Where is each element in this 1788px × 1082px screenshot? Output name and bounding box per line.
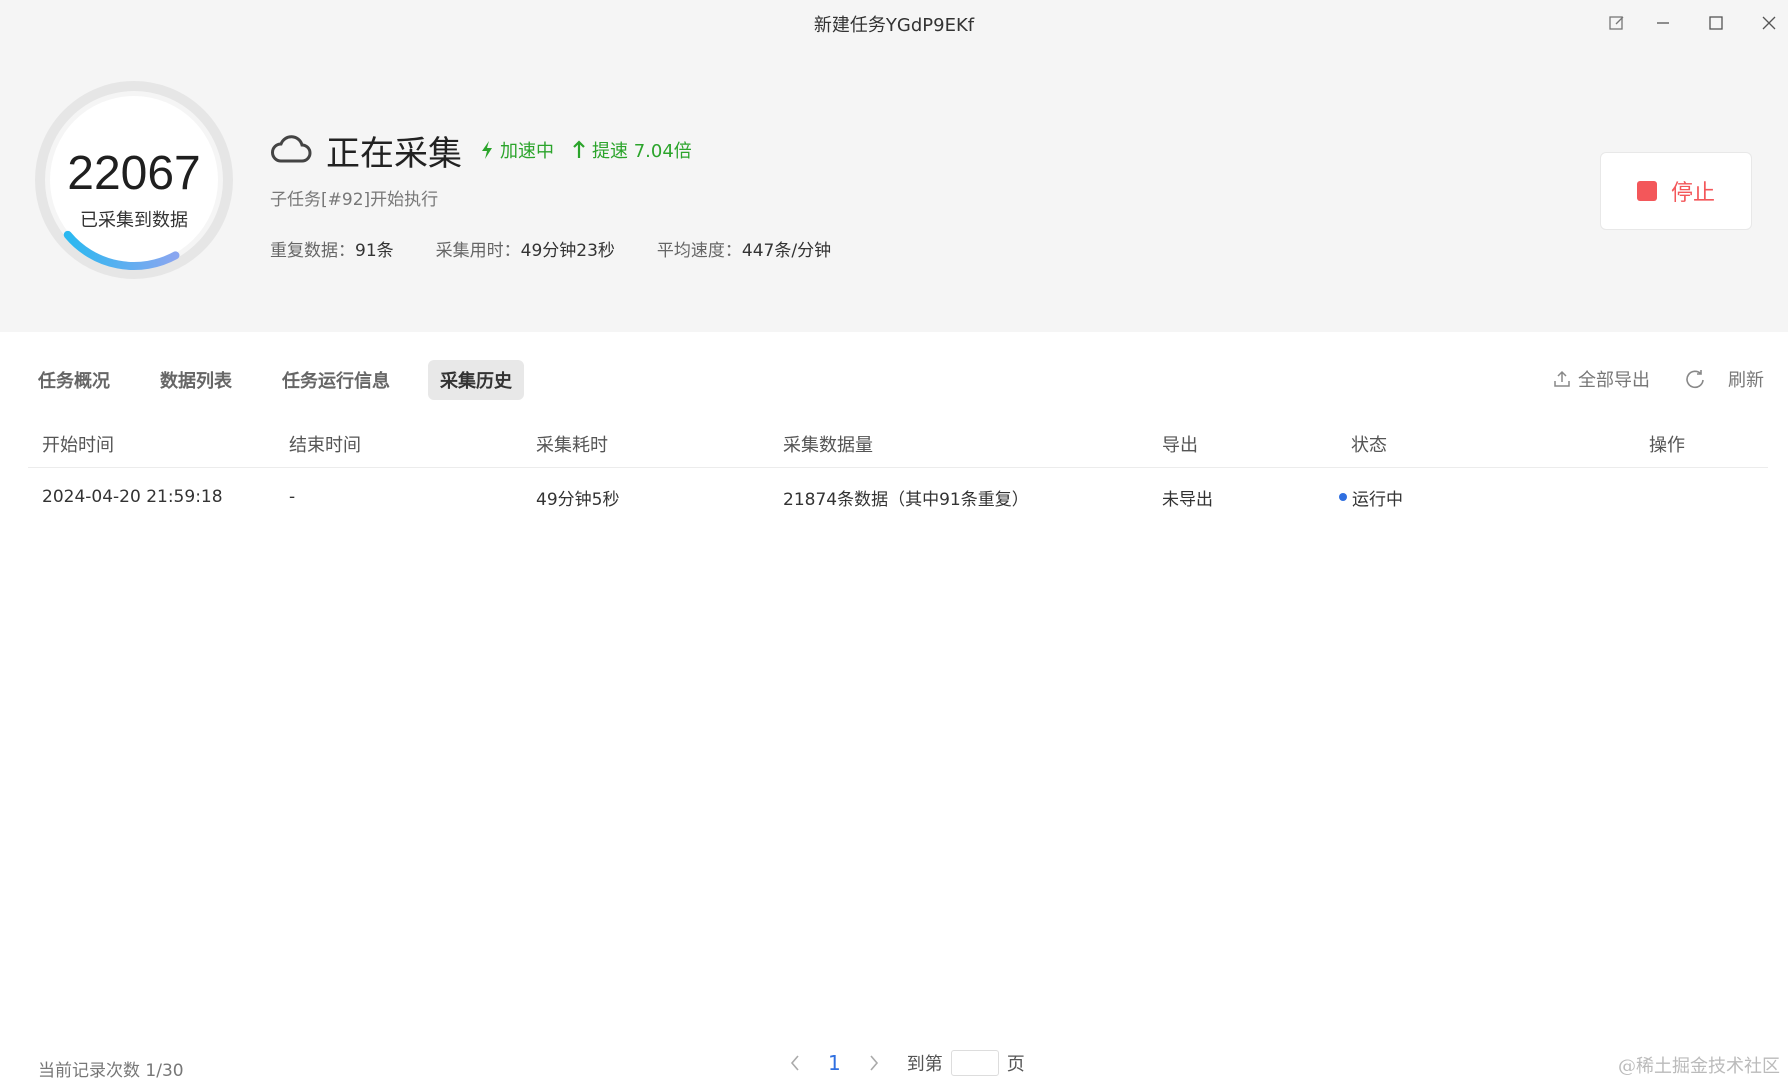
cell-start-time: 2024-04-20 21:59:18 (42, 487, 223, 507)
stat-duplicates: 重复数据：91条 (270, 241, 394, 261)
speedup-label: 提速 7.04倍 (592, 141, 692, 162)
edit-icon[interactable] (1597, 8, 1637, 38)
tab-data-list[interactable]: 数据列表 (148, 360, 244, 400)
refresh-button[interactable]: 刷新 (1684, 366, 1764, 392)
header-end-time: 结束时间 (289, 434, 361, 456)
header-amount: 采集数据量 (783, 434, 873, 456)
collection-progress-ring: 22067 已采集到数据 (32, 78, 236, 282)
cell-status: 运行中 (1339, 468, 1403, 526)
upload-icon (1554, 370, 1570, 387)
speedup-badge: 提速 7.04倍 (572, 137, 692, 163)
subtask-info: 子任务[#92]开始执行 (270, 190, 439, 210)
goto-prefix: 到第 (906, 1054, 943, 1075)
tab-overview[interactable]: 任务概况 (26, 360, 122, 400)
header-duration: 采集耗时 (536, 434, 608, 456)
chevron-left-icon[interactable] (780, 1054, 810, 1072)
cell-export: 未导出 (1162, 489, 1213, 510)
goto-suffix: 页 (1006, 1054, 1025, 1075)
status-title: 正在采集 (326, 133, 462, 174)
collected-label: 已采集到数据 (80, 210, 188, 231)
maximize-icon[interactable] (1696, 8, 1736, 38)
status-dot (1339, 493, 1347, 501)
history-table: 开始时间 结束时间 采集耗时 采集数据量 导出 状态 操作 2024-04-20… (28, 420, 1768, 526)
minimize-icon[interactable] (1643, 8, 1683, 38)
header-export: 导出 (1162, 434, 1198, 456)
goto-page-input[interactable] (950, 1050, 999, 1076)
export-all-button[interactable]: 全部导出 (1552, 366, 1650, 392)
close-icon[interactable] (1749, 8, 1788, 38)
stop-icon (1636, 181, 1657, 201)
cloud-icon (270, 131, 312, 169)
stop-label: 停止 (1670, 181, 1715, 206)
accelerating-label: 加速中 (500, 141, 554, 162)
table-header: 开始时间 结束时间 采集耗时 采集数据量 导出 状态 操作 (28, 420, 1768, 468)
tab-run-info[interactable]: 任务运行信息 (270, 360, 402, 400)
stop-button[interactable]: 停止 (1600, 152, 1752, 230)
refresh-icon (1686, 370, 1704, 389)
arrow-up-icon (573, 140, 585, 158)
collected-count: 22067 (67, 147, 201, 200)
pagination: 1 到第 页 (780, 1050, 1025, 1076)
refresh-label: 刷新 (1728, 370, 1764, 391)
accelerating-badge: 加速中 (480, 137, 554, 163)
header-status: 状态 (1351, 434, 1387, 456)
record-count: 当前记录次数 1/30 (38, 1061, 184, 1081)
status-row: 正在采集 加速中 提速 7.04倍 (270, 128, 692, 174)
task-header-panel: 新建任务YGdP9EKf 22067 已采集到数据 正在采集 加速中 提速 7.… (0, 0, 1788, 332)
cell-amount: 21874条数据（其中91条重复） (783, 489, 1029, 510)
window-title: 新建任务YGdP9EKf (813, 15, 975, 36)
tab-bar: 任务概况 数据列表 任务运行信息 采集历史 (26, 360, 550, 400)
status-label: 运行中 (1352, 489, 1403, 510)
toolbar: 全部导出 刷新 (1518, 366, 1764, 392)
page-number[interactable]: 1 (828, 1051, 841, 1075)
tab-collection-history[interactable]: 采集历史 (428, 360, 524, 400)
chevron-right-icon[interactable] (859, 1054, 889, 1072)
lightning-icon (482, 141, 492, 159)
watermark: @稀土掘金技术社区 (1618, 1056, 1780, 1077)
table-row[interactable]: 2024-04-20 21:59:18 - 49分钟5秒 21874条数据（其中… (28, 468, 1768, 526)
title-bar: 新建任务YGdP9EKf (0, 0, 1788, 44)
export-all-label: 全部导出 (1578, 370, 1650, 391)
cell-duration: 49分钟5秒 (536, 489, 620, 510)
cell-end-time: - (289, 487, 296, 507)
header-start-time: 开始时间 (42, 434, 114, 456)
header-action: 操作 (1649, 434, 1685, 456)
stat-average-speed: 平均速度：447条/分钟 (656, 241, 832, 261)
stats-row: 重复数据：91条 采集用时：49分钟23秒 平均速度：447条/分钟 (270, 236, 873, 261)
stat-elapsed: 采集用时：49分钟23秒 (435, 241, 615, 261)
